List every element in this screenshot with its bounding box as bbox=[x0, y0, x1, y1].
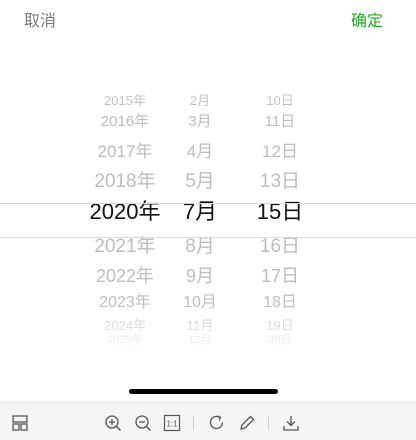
picker-item[interactable]: 13日 bbox=[240, 172, 320, 191]
actual-size-label: 1:1 bbox=[166, 420, 178, 429]
year-column[interactable]: 2015年 2016年 2017年 2018年 2020年 2021年 2022年 2023年… bbox=[70, 37, 180, 357]
picker-item[interactable]: 2024年 bbox=[70, 319, 180, 332]
picker-item[interactable]: 18日 bbox=[240, 295, 320, 311]
picker-item[interactable]: 5月 bbox=[170, 172, 230, 191]
picker-item[interactable]: 12月 bbox=[170, 334, 230, 346]
picker-item[interactable]: 2026年 bbox=[70, 346, 180, 354]
edit-icon[interactable] bbox=[238, 414, 256, 432]
picker-item[interactable]: 2月 bbox=[170, 94, 230, 107]
selection-bottom-line bbox=[0, 237, 416, 238]
picker-item[interactable]: 10月 bbox=[170, 295, 230, 311]
picker-item[interactable]: 1月 bbox=[170, 346, 230, 354]
picker-item[interactable]: 2023年 bbox=[70, 295, 180, 311]
picker-item[interactable]: 3月 bbox=[170, 114, 230, 129]
toolbar-divider bbox=[268, 416, 269, 430]
picker-header: 取消 确定 bbox=[0, 0, 416, 38]
zoom-out-icon[interactable] bbox=[134, 414, 152, 432]
bottom-toolbar: 1:1 bbox=[0, 402, 416, 440]
picker-item-selected[interactable]: 2020年 bbox=[70, 201, 180, 223]
selection-top-line bbox=[0, 203, 416, 204]
month-column[interactable]: 2月 3月 4月 5月 7月 8月 9月 10月 11月 12月 1月 bbox=[170, 37, 230, 357]
picker-item[interactable]: 20日 bbox=[240, 334, 320, 346]
picker-item[interactable]: 21日 bbox=[240, 346, 320, 354]
day-column[interactable]: 10日 11日 12日 13日 15日 16日 17日 18日 19日 20日 21日 bbox=[240, 37, 320, 357]
picker-item[interactable]: 17日 bbox=[240, 267, 320, 285]
picker-item[interactable]: 11月 bbox=[170, 319, 230, 332]
picker-item[interactable]: 12日 bbox=[240, 143, 320, 160]
picker-item[interactable]: 19日 bbox=[240, 319, 320, 332]
picker-item[interactable]: 2016年 bbox=[70, 114, 180, 129]
picker-item[interactable]: 11日 bbox=[240, 114, 320, 129]
picker-item[interactable]: 9月 bbox=[170, 267, 230, 285]
picker-item[interactable]: 2017年 bbox=[70, 143, 180, 160]
cancel-button[interactable]: 取消 bbox=[24, 7, 56, 31]
toolbar-divider bbox=[193, 416, 194, 430]
picker-item[interactable]: 2021年 bbox=[70, 237, 180, 256]
zoom-in-icon[interactable] bbox=[104, 414, 122, 432]
picker-item[interactable]: 4月 bbox=[170, 143, 230, 160]
picker-item[interactable]: 2025年 bbox=[70, 334, 180, 346]
home-indicator[interactable] bbox=[129, 389, 278, 394]
picker-item[interactable]: 16日 bbox=[240, 237, 320, 256]
picker-item[interactable]: 2015年 bbox=[70, 94, 180, 107]
actual-size-icon[interactable]: 1:1 bbox=[163, 414, 181, 432]
picker-item[interactable]: 2018年 bbox=[70, 172, 180, 191]
layout-icon[interactable] bbox=[11, 414, 29, 432]
date-picker[interactable]: 2015年 2016年 2017年 2018年 2020年 2021年 2022年 2023年… bbox=[0, 37, 416, 357]
confirm-button[interactable]: 确定 bbox=[351, 7, 383, 31]
download-icon[interactable] bbox=[282, 414, 300, 432]
picker-item[interactable]: 10日 bbox=[240, 94, 320, 107]
rotate-icon[interactable] bbox=[208, 414, 226, 432]
picker-item[interactable]: 8月 bbox=[170, 237, 230, 256]
picker-item-selected[interactable]: 7月 bbox=[170, 201, 230, 223]
picker-item-selected[interactable]: 15日 bbox=[240, 201, 320, 223]
picker-item[interactable]: 2022年 bbox=[70, 267, 180, 285]
